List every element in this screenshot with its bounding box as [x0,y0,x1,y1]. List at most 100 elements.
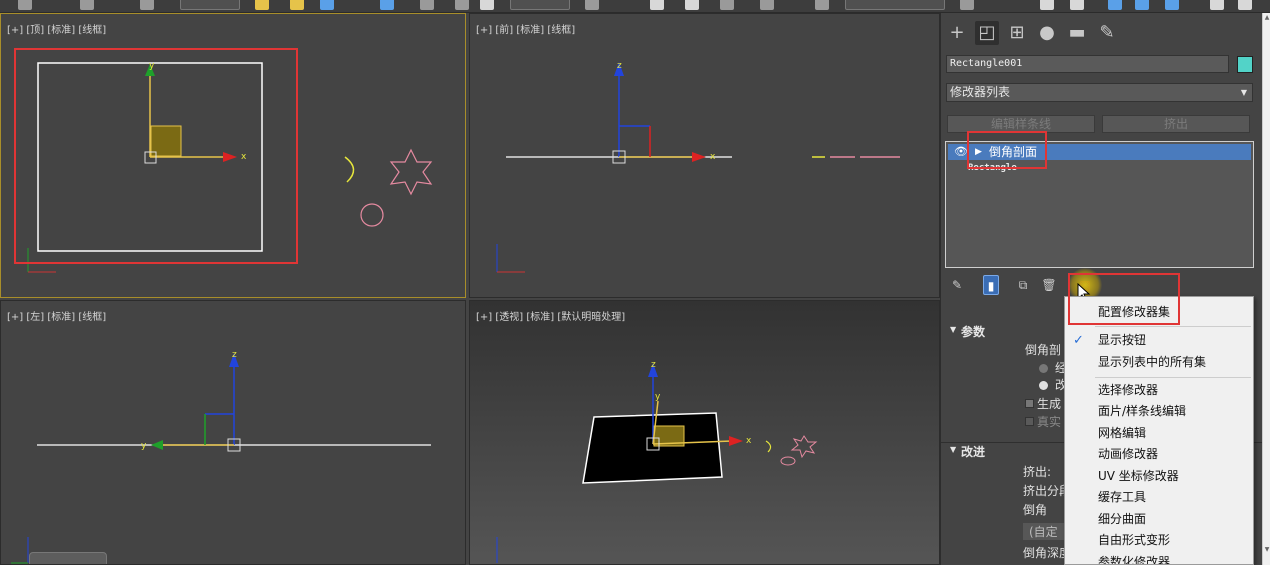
menu-item-label: 显示列表中的所有集 [1098,355,1207,369]
pivot-icon[interactable] [585,0,599,10]
viewport-front-scene: z x [496,61,900,273]
named-selection-dropdown[interactable] [845,0,945,10]
render-setup-icon[interactable] [1210,0,1224,10]
menu-item-mesh-editing[interactable]: 网格编辑 [1065,423,1253,444]
display-tab-icon[interactable]: ▬ [1065,21,1089,45]
link-icon[interactable] [18,0,32,10]
remove-modifier-icon[interactable]: 🗑 [1041,275,1057,295]
spinner-snap-icon[interactable] [760,0,774,10]
mirror-icon[interactable] [960,0,974,10]
viewport-layout-tab[interactable] [29,552,107,564]
ref-coord-dropdown[interactable] [510,0,570,10]
top-axis-x-label: x [241,152,247,162]
menu-separator [1095,326,1251,327]
eye-icon[interactable]: 👁 [954,144,968,160]
scroll-down-icon[interactable]: ▼ [1263,545,1270,555]
schematic-icon[interactable] [1135,0,1149,10]
radio-option-2[interactable] [1039,381,1048,390]
select-object-icon[interactable] [255,0,269,10]
stack-item-rectangle[interactable]: Rectangle [968,162,1017,174]
modifier-list-dropdown[interactable]: 修改器列表 ▼ [946,83,1253,102]
viewport-left[interactable]: [+] [左] [标准] [线框] z y [0,300,466,565]
modifier-list-label: 修改器列表 [950,85,1011,99]
show-end-result-icon[interactable]: ▮ [983,275,999,295]
layer-icon[interactable] [1040,0,1054,10]
generate-checkbox-label: 生成 [1037,397,1062,411]
stack-item-bevel-profile[interactable]: 👁 ▶ 倒角剖面 [948,144,1251,160]
gizmo-y-arrow [151,440,163,450]
collapse-triangle-icon: ▼ [950,325,957,334]
menu-item-subdivision-surfaces[interactable]: 细分曲面 [1065,509,1253,530]
front-axis-x-label: x [710,152,716,162]
object-color-swatch[interactable] [1237,56,1253,73]
edit-spline-button[interactable]: 编辑样条线 [947,115,1095,133]
menu-item-show-all-sets[interactable]: 显示列表中的所有集 [1065,352,1253,373]
rect-select-icon[interactable] [320,0,334,10]
create-tab-icon[interactable]: + [945,21,969,45]
select-by-name-icon[interactable] [290,0,304,10]
scroll-up-icon[interactable]: ▲ [1263,13,1270,23]
place-icon[interactable] [480,0,494,10]
make-unique-icon[interactable]: ⧉ [1015,275,1031,295]
modify-tab-icon[interactable]: ◰ [975,21,999,45]
modifier-sets-context-menu: 配置修改器集 ✓ 显示按钮 显示列表中的所有集 选择修改器 面片/样条线编辑 网格… [1064,296,1254,565]
check-icon: ✓ [1073,333,1084,348]
menu-item-label: 细分曲面 [1098,512,1147,526]
menu-item-patch-spline-editing[interactable]: 面片/样条线编辑 [1065,401,1253,422]
render-icon[interactable] [1238,0,1252,10]
radio-option-1[interactable] [1039,364,1048,373]
pin-stack-icon[interactable]: ✎ [949,275,965,295]
expand-triangle-icon[interactable]: ▶ [975,144,982,160]
menu-item-configure-modifier-sets[interactable]: 配置修改器集 [1065,302,1253,323]
arc-shape [344,156,355,183]
viewport-perspective[interactable]: [+] [透视] [标准] [默认明暗处理] y x z [469,300,940,565]
angle-snap-icon[interactable] [685,0,699,10]
bevel-preset-dropdown[interactable]: (自定 [1023,523,1064,540]
hierarchy-tab-icon[interactable]: ⊞ [1005,21,1029,45]
rotate-icon[interactable] [420,0,434,10]
scene-explorer-icon[interactable] [1070,0,1084,10]
modifier-stack[interactable]: 👁 ▶ 倒角剖面 Rectangle [945,141,1254,268]
viewport-perspective-scene: y x z [496,360,818,563]
gizmo-x-arrow [729,436,743,446]
menu-item-label: 网格编辑 [1098,426,1147,440]
top-axis-y-label: y [149,61,155,71]
motion-tab-icon[interactable]: ● [1035,21,1059,45]
snap-icon[interactable] [650,0,664,10]
edit-named-sel-icon[interactable] [815,0,829,10]
bind-icon[interactable] [80,0,94,10]
move-icon[interactable] [380,0,394,10]
menu-item-free-form-deformers[interactable]: 自由形式变形 [1065,530,1253,551]
circle-shape [780,456,796,466]
gizmo-x-arrow [223,152,237,162]
selection-filter-dropdown[interactable] [180,0,240,10]
right-scrollbar[interactable]: ▲ ▼ [1262,13,1270,565]
spacewarp-icon[interactable] [140,0,154,10]
menu-item-selection-modifiers[interactable]: 选择修改器 [1065,380,1253,401]
object-name-field[interactable]: Rectangle001 [946,55,1229,73]
menu-item-uv-coordinate-modifiers[interactable]: UV 坐标修改器 [1065,466,1253,487]
extrude-button[interactable]: 挤出 [1102,115,1250,133]
percent-snap-icon[interactable] [720,0,734,10]
material-editor-icon[interactable] [1165,0,1179,10]
real-world-checkbox[interactable] [1025,417,1034,426]
rollout-params-title: 参数 [961,325,986,339]
menu-item-animation-modifiers[interactable]: 动画修改器 [1065,444,1253,465]
left-axis-y-label: y [141,441,147,451]
utilities-tab-icon[interactable]: ✎ [1095,21,1119,45]
star-shape [389,148,433,196]
stack-item-label: 倒角剖面 [989,145,1038,159]
command-panel-tabs: + ◰ ⊞ ● ▬ ✎ [941,21,1263,47]
bevel-group-label: 倒角 [1023,503,1048,517]
menu-item-label: 选择修改器 [1098,383,1159,397]
menu-item-label: 显示按钮 [1098,333,1147,347]
menu-item-cache-tools[interactable]: 缓存工具 [1065,487,1253,508]
menu-item-show-buttons[interactable]: ✓ 显示按钮 [1065,330,1253,351]
scale-icon[interactable] [455,0,469,10]
generate-checkbox[interactable] [1025,399,1034,408]
viewport-front[interactable]: [+] [前] [标准] [线框] z x [469,13,940,298]
curve-editor-icon[interactable] [1108,0,1122,10]
menu-item-parametric-modifiers[interactable]: 参数化修改器 [1065,552,1253,564]
viewport-left-scene: z y [11,350,431,564]
viewport-top[interactable]: [+] [顶] [标准] [线框] y x [0,13,466,298]
